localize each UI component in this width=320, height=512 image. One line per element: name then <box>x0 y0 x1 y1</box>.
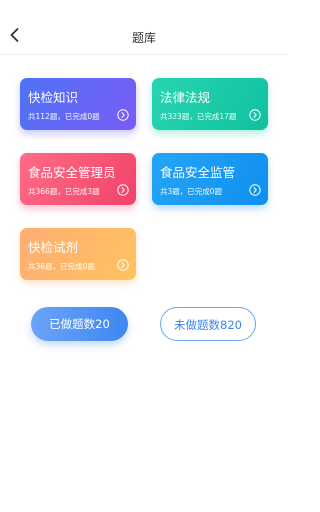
chevron-right-circle-icon <box>249 184 261 196</box>
card-meta: 共366题，已完成3题 <box>28 187 100 196</box>
category-card[interactable]: 食品安全管理员 共366题，已完成3题 <box>20 153 136 205</box>
category-card[interactable]: 快检知识 共112题，已完成0题 <box>20 78 136 130</box>
category-card[interactable]: 快检试剂 共36题，已完成0题 <box>20 228 136 280</box>
chevron-right-circle-icon <box>117 259 129 271</box>
card-meta: 共323题，已完成17题 <box>160 112 237 121</box>
page-title: 题库 <box>131 31 156 45</box>
category-card[interactable]: 食品安全监管 共3题，已完成0题 <box>152 153 268 205</box>
chevron-right-circle-icon <box>117 184 129 196</box>
card-title: 食品安全监管 <box>160 165 236 180</box>
category-card[interactable]: 法律法规 共323题，已完成17题 <box>152 78 268 130</box>
chevron-right-circle-icon <box>117 109 129 121</box>
card-meta: 共112题，已完成0题 <box>28 112 100 121</box>
card-title: 快检知识 <box>28 90 79 105</box>
header: 题库 <box>0 0 288 55</box>
card-title: 法律法规 <box>160 90 211 105</box>
done-count-button[interactable]: 已做题数20 <box>31 307 128 341</box>
card-meta: 共3题，已完成0题 <box>160 187 223 196</box>
undone-count-button[interactable]: 未做题数820 <box>160 307 256 341</box>
card-meta: 共36题，已完成0题 <box>28 262 95 271</box>
card-title: 快检试剂 <box>28 240 79 255</box>
card-title: 食品安全管理员 <box>28 165 116 180</box>
chevron-right-circle-icon <box>249 109 261 121</box>
